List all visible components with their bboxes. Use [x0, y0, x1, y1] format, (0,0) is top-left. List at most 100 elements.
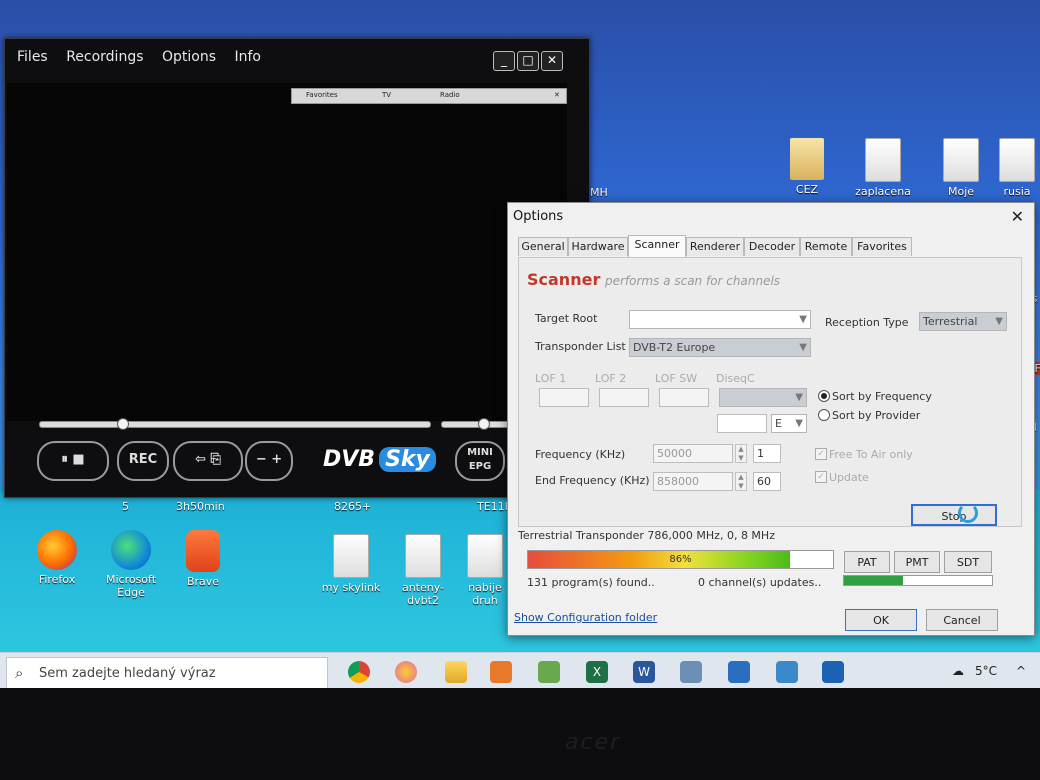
target-root-label: Target Root [535, 312, 598, 325]
seek-handle[interactable] [116, 418, 129, 430]
desktop-icon-rusia[interactable]: rusia [994, 138, 1040, 198]
chrome-icon[interactable] [348, 661, 370, 683]
sort-provider-radio[interactable] [818, 409, 830, 421]
seek-slider[interactable] [39, 418, 431, 430]
channel-list-tabs: Favorites TV Radio ✕ [291, 88, 567, 104]
menu-info[interactable]: Info [234, 49, 261, 65]
close-button[interactable]: ✕ [541, 51, 563, 71]
free-to-air-checkbox[interactable]: ✓ [815, 448, 827, 460]
frequency-input[interactable]: 50000 [653, 444, 733, 463]
desktop-icon-moje[interactable]: Moje [926, 138, 996, 198]
taskbar: ⌕ Sem zadejte hledaný výraz X W ☁ 5°C ^ [0, 652, 1040, 691]
maximize-button[interactable]: □ [517, 51, 539, 71]
menu-files[interactable]: Files [17, 49, 48, 65]
search-placeholder: Sem zadejte hledaný výraz [39, 666, 216, 681]
mail-icon[interactable] [728, 661, 750, 683]
end-frequency-step-input[interactable]: 60 [753, 472, 781, 491]
ok-button[interactable]: OK [845, 609, 917, 631]
sort-frequency-radio[interactable] [818, 390, 830, 402]
desktop-icon-zaplacena[interactable]: zaplacena [848, 138, 918, 198]
transponder-list-dropdown[interactable]: DVB-T2 Europe ▼ [629, 338, 811, 357]
desktop-icon-cez[interactable]: CEZ [772, 138, 842, 196]
calculator-icon[interactable] [680, 661, 702, 683]
navigation-button[interactable]: ⇦ ⎘ [173, 441, 243, 481]
dvbsky-logo: DVB Sky [323, 447, 436, 472]
laptop-logo: acer [565, 730, 622, 755]
tab-scanner[interactable]: Scanner [628, 235, 686, 257]
tab-tv[interactable]: TV [382, 91, 391, 99]
frequency-step-input[interactable]: 1 [753, 444, 781, 463]
mini-epg-button[interactable]: MINI EPG [455, 441, 505, 481]
firefox-taskbar-icon[interactable] [395, 661, 417, 683]
weather-temperature[interactable]: 5°C [975, 664, 997, 678]
tab-favorites[interactable]: Favorites [852, 237, 912, 256]
tab-favorites[interactable]: Favorites [306, 91, 338, 99]
document-icon [333, 534, 369, 578]
desktop-icon-brave[interactable]: Brave [168, 530, 238, 588]
excel-icon[interactable]: X [586, 661, 608, 683]
minimize-button[interactable]: _ [493, 51, 515, 71]
chevron-down-icon: ▼ [795, 392, 803, 403]
desktop-icon-edge[interactable]: Microsoft Edge [96, 530, 166, 599]
video-area[interactable] [7, 83, 567, 421]
pmt-button[interactable]: PMT [894, 551, 940, 573]
desktop-icon-nabije[interactable]: nabije druh [462, 534, 508, 607]
diseqc-dropdown[interactable]: ▼ [719, 388, 807, 407]
scan-progress-bar: 86% [527, 550, 834, 569]
satellite-icon[interactable] [776, 661, 798, 683]
document-icon [405, 534, 441, 578]
app-icon[interactable] [490, 661, 512, 683]
cancel-button[interactable]: Cancel [926, 609, 998, 631]
tab-decoder[interactable]: Decoder [744, 237, 800, 256]
direction-dropdown[interactable]: E ▼ [771, 414, 807, 433]
sort-provider-label: Sort by Provider [832, 409, 921, 422]
brave-icon [186, 530, 220, 572]
menu-recordings[interactable]: Recordings [66, 49, 143, 65]
chevron-down-icon: ▼ [795, 418, 803, 429]
target-root-dropdown[interactable]: ▼ [629, 310, 811, 329]
document-icon [865, 138, 901, 182]
frequency-spinner[interactable]: ▲ ▼ [735, 444, 747, 463]
file-explorer-icon[interactable] [445, 661, 467, 683]
folder-icon [790, 138, 824, 180]
lof1-input[interactable] [539, 388, 589, 407]
show-config-folder-link[interactable]: Show Configuration folder [514, 611, 657, 624]
pat-button[interactable]: PAT [844, 551, 890, 573]
scanner-subheading: performs a scan for channels [605, 274, 781, 288]
dialog-close-icon[interactable]: ✕ [1011, 207, 1024, 226]
taskbar-search[interactable]: ⌕ Sem zadejte hledaný výraz [6, 657, 328, 689]
tab-remote[interactable]: Remote [800, 237, 852, 256]
reception-type-dropdown[interactable]: Terrestrial ▼ [919, 312, 1007, 331]
chevron-up-icon[interactable]: ^ [1016, 664, 1026, 678]
word-icon[interactable]: W [633, 661, 655, 683]
tab-renderer[interactable]: Renderer [686, 237, 744, 256]
desktop-icon-firefox[interactable]: Firefox [22, 530, 92, 586]
menu-options[interactable]: Options [162, 49, 216, 65]
lofsw-input[interactable] [659, 388, 709, 407]
scan-progress-label: 86% [669, 554, 692, 565]
app-icon[interactable] [538, 661, 560, 683]
pause-stop-button[interactable]: ⏸ ■ [37, 441, 109, 481]
tab-hardware[interactable]: Hardware [568, 237, 628, 256]
player-menu: Files Recordings Options Info [17, 49, 275, 65]
firefox-icon [37, 530, 77, 570]
desktop-icon-anteny[interactable]: anteny-dvbt2 [388, 534, 458, 607]
end-frequency-input[interactable]: 858000 [653, 472, 733, 491]
tab-general[interactable]: General [518, 237, 568, 256]
position-input[interactable] [717, 414, 767, 433]
lof2-input[interactable] [599, 388, 649, 407]
dvbsky-taskbar-icon[interactable] [822, 661, 844, 683]
tab-radio[interactable]: Radio [440, 91, 460, 99]
desktop-label-partial: 5 [122, 500, 129, 513]
desktop-icon-my-skylink[interactable]: my skylink [316, 534, 386, 594]
stop-button[interactable]: Stop [911, 504, 997, 526]
end-frequency-spinner[interactable]: ▲ ▼ [735, 472, 747, 491]
volume-handle[interactable] [477, 418, 490, 430]
record-button[interactable]: REC [117, 441, 169, 481]
search-icon: ⌕ [15, 664, 24, 682]
close-icon[interactable]: ✕ [554, 91, 560, 99]
scan-status-text: Terrestrial Transponder 786,000 MHz, 0, … [518, 529, 775, 542]
sdt-button[interactable]: SDT [944, 551, 992, 573]
update-checkbox[interactable]: ✓ [815, 471, 827, 483]
volume-buttons[interactable]: − + [245, 441, 293, 481]
